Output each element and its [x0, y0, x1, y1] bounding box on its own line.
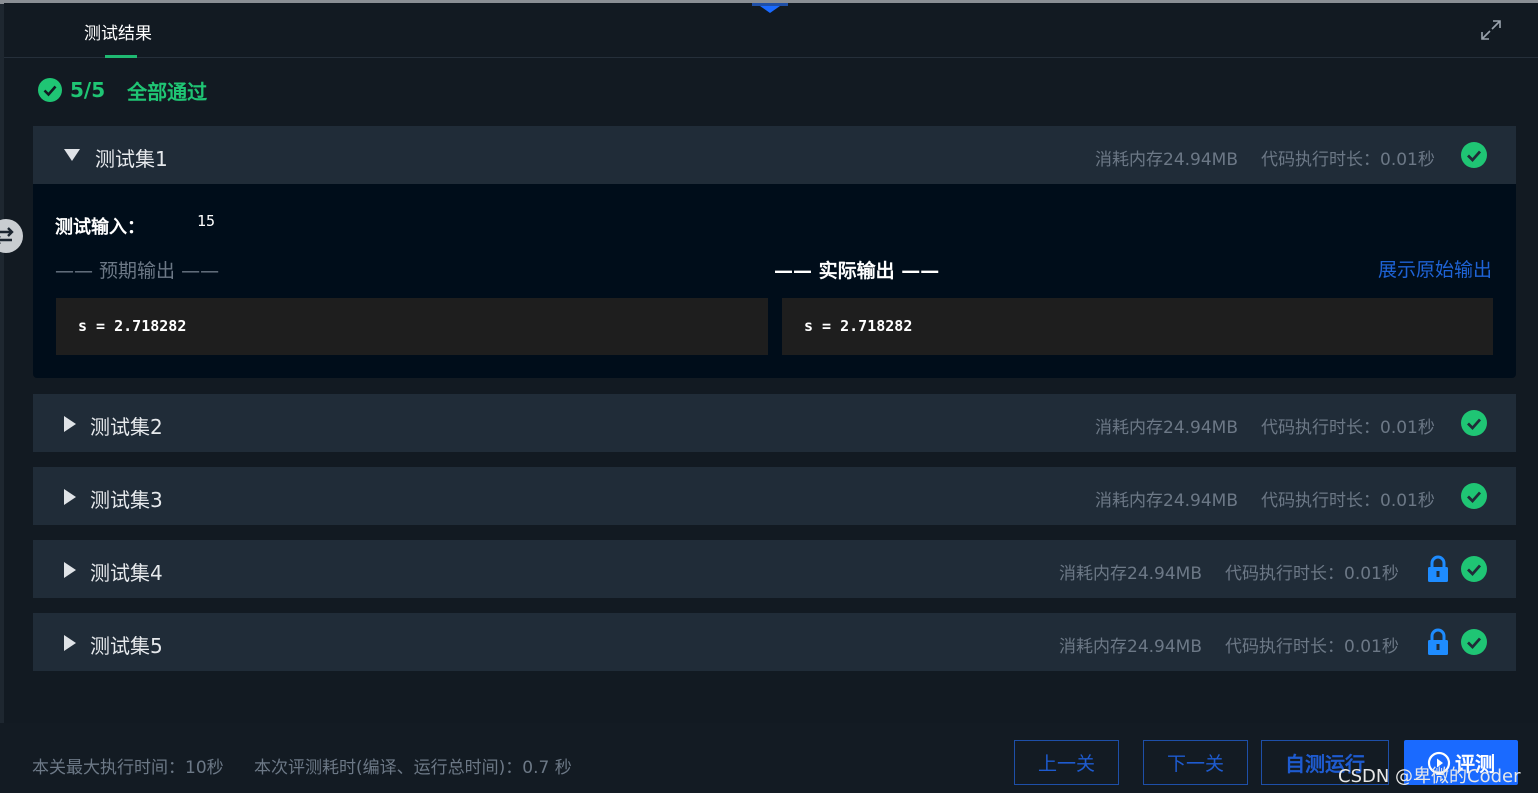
expand-icon[interactable] [1480, 19, 1502, 41]
execution-time: 代码执行时长：0.01秒 [1225, 564, 1399, 584]
check-circle-icon [1461, 483, 1487, 509]
test-set-title: 测试集5 [90, 634, 163, 658]
memory-usage: 消耗内存24.94MB [1059, 564, 1202, 584]
memory-usage: 消耗内存24.94MB [1059, 637, 1202, 657]
tab-bar: 测试结果 [4, 3, 1538, 58]
input-label: 测试输入： [55, 217, 145, 238]
check-circle-icon [1461, 629, 1487, 655]
next-level-button[interactable]: 下一关 [1143, 740, 1248, 785]
input-value: 15 [197, 212, 216, 230]
check-circle-icon [1461, 556, 1487, 582]
footer-bar: 本关最大执行时间：10秒 本次评测耗时(编译、运行总时间)：0.7 秒 上一关 … [0, 723, 1538, 793]
test-set-2[interactable]: 测试集2 消耗内存24.94MB 代码执行时长：0.01秒 [33, 394, 1516, 452]
test-set-3[interactable]: 测试集3 消耗内存24.94MB 代码执行时长：0.01秒 [33, 467, 1516, 525]
caret-right-icon [64, 489, 76, 505]
test-set-title: 测试集4 [90, 561, 163, 585]
csdn-watermark: CSDN @卑微的Coder [1338, 766, 1521, 787]
execution-time: 代码执行时长：0.01秒 [1261, 491, 1435, 511]
memory-usage: 消耗内存24.94MB [1095, 150, 1238, 170]
check-circle-icon [1461, 410, 1487, 436]
expected-output-box: s = 2.718282 [56, 298, 768, 355]
swap-arrow-icon[interactable] [0, 218, 24, 254]
tab-test-results[interactable]: 测试结果 [84, 19, 152, 44]
test-set-title: 测试集2 [90, 415, 163, 439]
caret-down-icon [64, 149, 80, 161]
result-summary: 5/5 全部通过 [38, 77, 208, 104]
lock-icon [1428, 628, 1448, 655]
test-set-1[interactable]: 测试集1 消耗内存24.94MB 代码执行时长：0.01秒 [33, 126, 1516, 184]
test-set-1-detail: 测试输入： 15 —— 预期输出 —— —— 实际输出 —— 展示原始输出 s … [33, 184, 1516, 378]
caret-right-icon [64, 416, 76, 432]
actual-output-box: s = 2.718282 [782, 298, 1493, 355]
tab-active-indicator [105, 55, 137, 58]
test-set-title: 测试集3 [90, 488, 163, 512]
prev-level-button[interactable]: 上一关 [1014, 740, 1119, 785]
test-set-5[interactable]: 测试集5 消耗内存24.94MB 代码执行时长：0.01秒 [33, 613, 1516, 671]
caret-right-icon [64, 562, 76, 578]
max-execution-time: 本关最大执行时间：10秒 [32, 758, 224, 778]
show-raw-output-link[interactable]: 展示原始输出 [1378, 255, 1492, 282]
execution-time: 代码执行时长：0.01秒 [1225, 637, 1399, 657]
check-circle-icon [1461, 142, 1487, 168]
check-circle-icon [38, 78, 62, 102]
test-set-title: 测试集1 [95, 147, 168, 171]
caret-right-icon [64, 635, 76, 651]
memory-usage: 消耗内存24.94MB [1095, 418, 1238, 438]
lock-icon [1428, 555, 1448, 582]
pass-status: 全部通过 [127, 79, 208, 104]
expected-output-header: —— 预期输出 —— [55, 260, 220, 282]
execution-time: 代码执行时长：0.01秒 [1261, 150, 1435, 170]
execution-time: 代码执行时长：0.01秒 [1261, 418, 1435, 438]
pass-count: 5/5 [70, 78, 106, 102]
actual-output-header: —— 实际输出 —— [774, 260, 940, 282]
evaluation-time: 本次评测耗时(编译、运行总时间)：0.7 秒 [254, 758, 572, 778]
memory-usage: 消耗内存24.94MB [1095, 491, 1238, 511]
test-set-4[interactable]: 测试集4 消耗内存24.94MB 代码执行时长：0.01秒 [33, 540, 1516, 598]
